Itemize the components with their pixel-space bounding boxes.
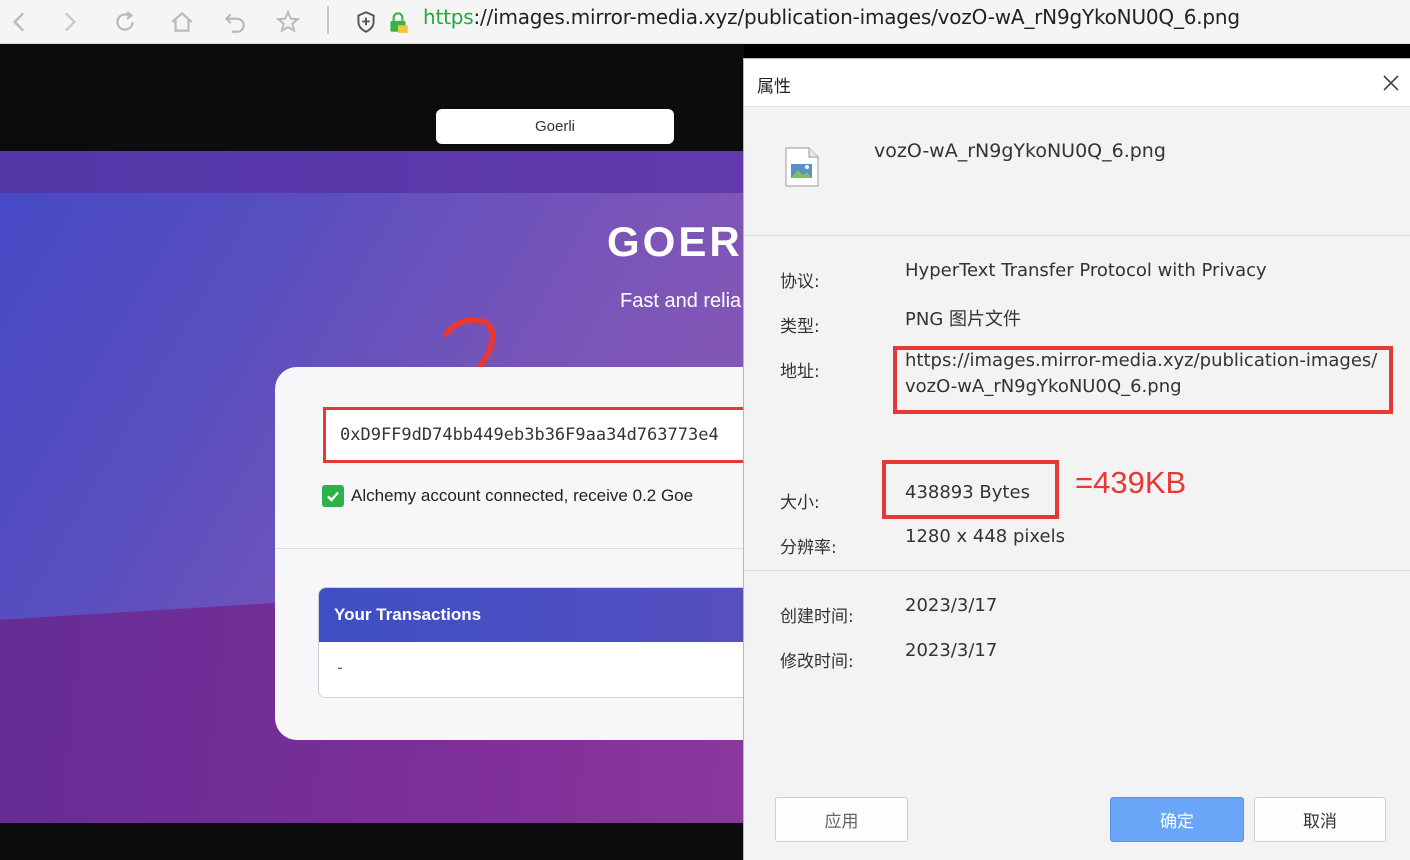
apply-button[interactable]: 应用 <box>775 797 908 842</box>
shield-icon[interactable] <box>350 6 382 38</box>
modified-value: 2023/3/17 <box>905 640 998 661</box>
star-icon[interactable] <box>272 6 304 38</box>
size-highlight-box <box>882 460 1059 519</box>
status-row: Alchemy account connected, receive 0.2 G… <box>322 485 693 507</box>
url-scheme: https <box>423 5 474 29</box>
file-name: vozO-wA_rN9gYkoNU0Q_6.png <box>874 140 1166 162</box>
lock-icon[interactable] <box>382 6 414 38</box>
resolution-label: 分辨率: <box>780 538 837 558</box>
created-label: 创建时间: <box>780 607 854 627</box>
toolbar-separator <box>327 6 329 34</box>
undo-icon[interactable] <box>219 6 251 38</box>
card-divider <box>275 548 795 549</box>
resolution-value: 1280 x 448 pixels <box>905 526 1065 547</box>
protocol-value: HyperText Transfer Protocol with Privacy <box>905 260 1267 281</box>
ok-button[interactable]: 确定 <box>1110 797 1244 842</box>
image-file-icon <box>785 147 819 187</box>
address-label: 地址: <box>780 362 820 382</box>
address-bar[interactable]: https://images.mirror-media.xyz/publicat… <box>423 5 1240 29</box>
dialog-titlebar: 属性 <box>744 59 1410 107</box>
back-icon[interactable] <box>4 6 36 38</box>
faucet-card: 0xD9FF9dD74bb449eb3b36F9aa34d763773e4 Al… <box>275 367 795 740</box>
hero-subtitle: Fast and relia <box>620 290 742 312</box>
size-annotation: =439KB <box>1075 465 1187 500</box>
wallet-address-input[interactable]: 0xD9FF9dD74bb449eb3b36F9aa34d763773e4 <box>323 407 763 463</box>
cancel-button[interactable]: 取消 <box>1254 797 1386 842</box>
dialog-separator <box>744 235 1410 236</box>
apply-button-label: 应用 <box>824 812 859 832</box>
transactions-title: Your Transactions <box>319 588 795 642</box>
hero-title: GOER <box>607 218 743 265</box>
cancel-button-label: 取消 <box>1303 812 1337 832</box>
properties-dialog: 属性 vozO-wA_rN9gYkoNU0Q_6.png 协议: HyperTe… <box>743 58 1410 860</box>
dialog-separator <box>744 570 1410 571</box>
created-value: 2023/3/17 <box>905 595 998 616</box>
wallet-address-value: 0xD9FF9dD74bb449eb3b36F9aa34d763773e4 <box>340 425 719 445</box>
hero-top-band <box>0 151 744 193</box>
protocol-label: 协议: <box>780 272 820 292</box>
network-selector[interactable]: Goerli <box>436 109 674 144</box>
forward-icon[interactable] <box>53 6 85 38</box>
transactions-panel: Your Transactions - <box>318 587 795 698</box>
type-label: 类型: <box>780 317 820 337</box>
url-rest: ://images.mirror-media.xyz/publication-i… <box>473 5 1240 29</box>
refresh-icon[interactable] <box>109 6 141 38</box>
browser-toolbar: https://images.mirror-media.xyz/publicat… <box>0 0 1410 44</box>
close-icon[interactable] <box>1379 71 1403 95</box>
ok-button-label: 确定 <box>1160 812 1194 832</box>
type-value: PNG 图片文件 <box>905 309 1021 330</box>
checkmark-icon <box>322 485 344 507</box>
transactions-empty: - <box>337 658 343 677</box>
modified-label: 修改时间: <box>780 652 854 672</box>
home-icon[interactable] <box>166 6 198 38</box>
size-label: 大小: <box>780 493 820 513</box>
address-highlight-box <box>893 346 1393 414</box>
status-text: Alchemy account connected, receive 0.2 G… <box>351 486 694 505</box>
network-label: Goerli <box>534 118 575 135</box>
dialog-title: 属性 <box>757 77 791 97</box>
